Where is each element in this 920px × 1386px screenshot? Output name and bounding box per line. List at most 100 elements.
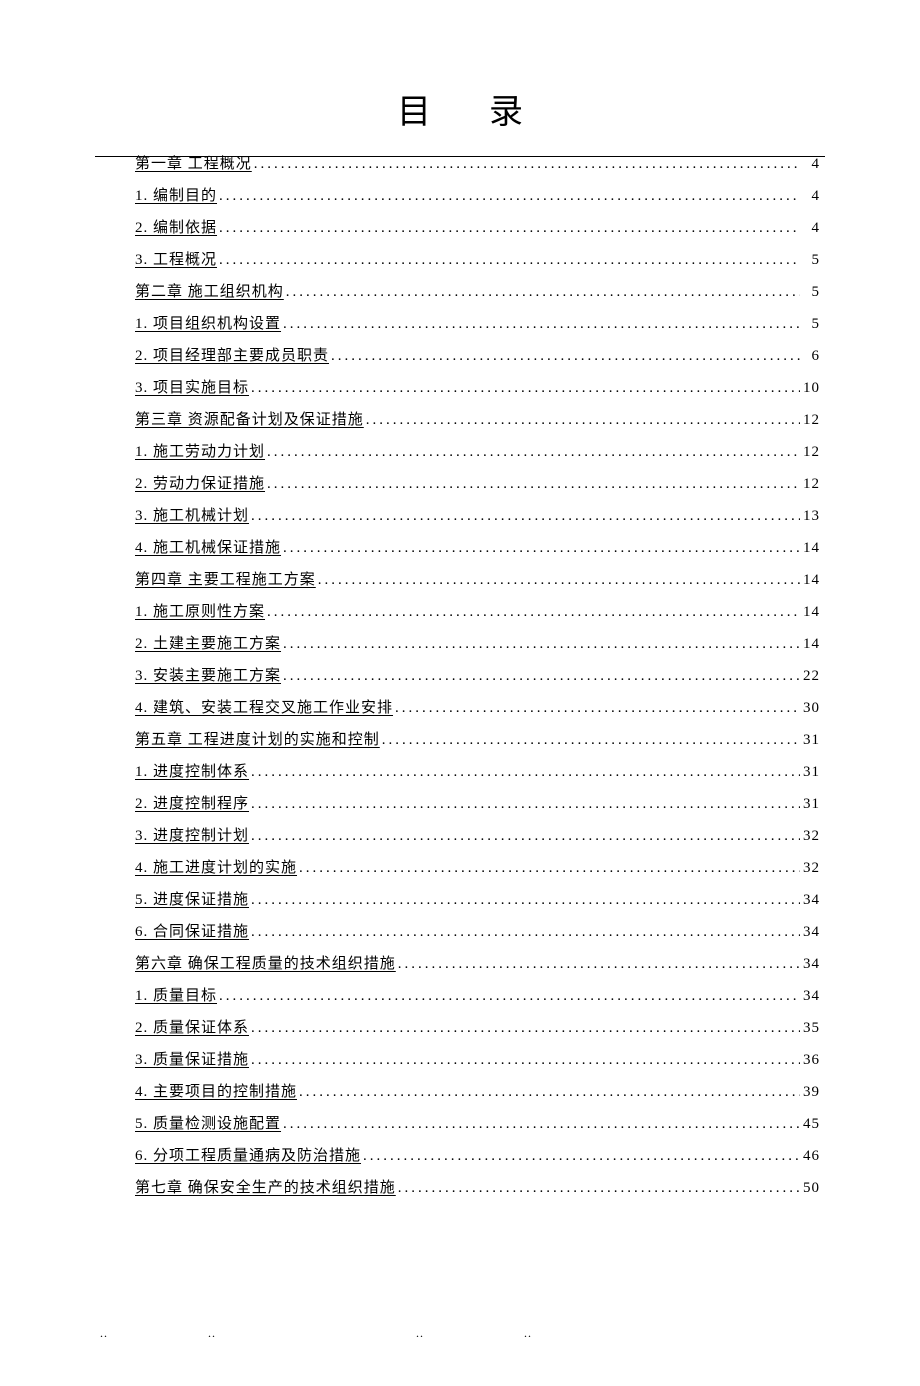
toc-entry-page: 46 bbox=[802, 1149, 820, 1164]
toc-entry-page: 14 bbox=[802, 573, 820, 588]
toc-entry-label[interactable]: 5. 进度保证措施 bbox=[135, 893, 249, 908]
toc-leader-dots bbox=[286, 285, 800, 300]
toc-entry-page: 14 bbox=[802, 637, 820, 652]
toc-entry-label[interactable]: 第五章 工程进度计划的实施和控制 bbox=[135, 733, 380, 748]
page-footer-marks: ........ bbox=[100, 1326, 632, 1341]
toc-row: 第二章 施工组织机构 5 bbox=[135, 285, 820, 300]
toc-leader-dots bbox=[219, 989, 800, 1004]
toc-entry-label[interactable]: 1. 项目组织机构设置 bbox=[135, 317, 281, 332]
toc-row: 4. 建筑、安装工程交叉施工作业安排 30 bbox=[135, 701, 820, 716]
toc-leader-dots bbox=[363, 1149, 800, 1164]
toc-entry-page: 31 bbox=[802, 765, 820, 780]
toc-entry-page: 31 bbox=[802, 733, 820, 748]
toc-entry-label[interactable]: 4. 施工进度计划的实施 bbox=[135, 861, 297, 876]
toc-entry-page: 4 bbox=[802, 189, 820, 204]
toc-row: 3. 项目实施目标 10 bbox=[135, 381, 820, 396]
toc-entry-page: 10 bbox=[802, 381, 820, 396]
toc-entry-label[interactable]: 第二章 施工组织机构 bbox=[135, 285, 284, 300]
toc-entry-label[interactable]: 第四章 主要工程施工方案 bbox=[135, 573, 316, 588]
toc-entry-page: 45 bbox=[802, 1117, 820, 1132]
toc-entry-label[interactable]: 1. 施工劳动力计划 bbox=[135, 445, 265, 460]
toc-entry-label[interactable]: 4. 主要项目的控制措施 bbox=[135, 1085, 297, 1100]
toc-entry-page: 34 bbox=[802, 925, 820, 940]
toc-row: 1. 项目组织机构设置5 bbox=[135, 317, 820, 332]
toc-leader-dots bbox=[251, 893, 800, 908]
toc-entry-label[interactable]: 2. 劳动力保证措施 bbox=[135, 477, 265, 492]
toc-entry-label[interactable]: 2. 项目经理部主要成员职责 bbox=[135, 349, 329, 364]
toc-entry-label[interactable]: 2. 土建主要施工方案 bbox=[135, 637, 281, 652]
toc-leader-dots bbox=[219, 253, 800, 268]
toc-entry-page: 14 bbox=[802, 605, 820, 620]
toc-leader-dots bbox=[267, 477, 800, 492]
toc-leader-dots bbox=[398, 1181, 800, 1196]
toc-row: 2. 质量保证体系 35 bbox=[135, 1021, 820, 1036]
toc-row: 4. 施工机械保证措施14 bbox=[135, 541, 820, 556]
toc-entry-label[interactable]: 3. 项目实施目标 bbox=[135, 381, 249, 396]
toc-entry-page: 35 bbox=[802, 1021, 820, 1036]
toc-row: 1. 进度控制体系 31 bbox=[135, 765, 820, 780]
toc-leader-dots bbox=[299, 861, 800, 876]
toc-entry-page: 34 bbox=[802, 893, 820, 908]
toc-entry-page: 5 bbox=[802, 285, 820, 300]
toc-row: 2. 劳动力保证措施 12 bbox=[135, 477, 820, 492]
toc-entry-page: 4 bbox=[802, 221, 820, 236]
toc-entry-label[interactable]: 6. 合同保证措施 bbox=[135, 925, 249, 940]
toc-row: 3. 工程概况 5 bbox=[135, 253, 820, 268]
toc-row: 3. 施工机械计划 13 bbox=[135, 509, 820, 524]
toc-entry-label[interactable]: 1. 进度控制体系 bbox=[135, 765, 249, 780]
toc-row: 1. 施工原则性方案 14 bbox=[135, 605, 820, 620]
toc-entry-label[interactable]: 1. 编制目的 bbox=[135, 189, 217, 204]
toc-leader-dots bbox=[331, 349, 800, 364]
toc-entry-page: 36 bbox=[802, 1053, 820, 1068]
toc-entry-label[interactable]: 5. 质量检测设施配置 bbox=[135, 1117, 281, 1132]
toc-entry-page: 34 bbox=[802, 989, 820, 1004]
toc-entry-page: 12 bbox=[802, 477, 820, 492]
toc-entry-label[interactable]: 3. 施工机械计划 bbox=[135, 509, 249, 524]
toc-entry-label[interactable]: 2. 编制依据 bbox=[135, 221, 217, 236]
toc-leader-dots bbox=[395, 701, 800, 716]
toc-row: 4. 主要项目的控制措施39 bbox=[135, 1085, 820, 1100]
toc-leader-dots bbox=[283, 637, 800, 652]
toc-entry-page: 13 bbox=[802, 509, 820, 524]
toc-entry-label[interactable]: 第三章 资源配备计划及保证措施 bbox=[135, 413, 364, 428]
toc-entry-label[interactable]: 3. 质量保证措施 bbox=[135, 1053, 249, 1068]
toc-leader-dots bbox=[382, 733, 800, 748]
toc-entry-page: 6 bbox=[802, 349, 820, 364]
toc-entry-label[interactable]: 4. 施工机械保证措施 bbox=[135, 541, 281, 556]
toc-row: 1. 编制目的 4 bbox=[135, 189, 820, 204]
toc-leader-dots bbox=[283, 1117, 800, 1132]
toc-entry-label[interactable]: 第七章 确保安全生产的技术组织措施 bbox=[135, 1181, 396, 1196]
toc-row: 2. 编制依据 4 bbox=[135, 221, 820, 236]
toc-entry-page: 12 bbox=[802, 445, 820, 460]
toc-entry-label[interactable]: 第一章 工程概况 bbox=[135, 157, 252, 172]
toc-row: 4. 施工进度计划的实施 32 bbox=[135, 861, 820, 876]
toc-entry-label[interactable]: 3. 进度控制计划 bbox=[135, 829, 249, 844]
toc-entry-label[interactable]: 1. 施工原则性方案 bbox=[135, 605, 265, 620]
toc-entry-page: 5 bbox=[802, 253, 820, 268]
toc-leader-dots bbox=[251, 925, 800, 940]
toc-leader-dots bbox=[251, 797, 800, 812]
toc-leader-dots bbox=[251, 509, 800, 524]
toc-row: 6. 合同保证措施 34 bbox=[135, 925, 820, 940]
toc-entry-page: 30 bbox=[802, 701, 820, 716]
toc-leader-dots bbox=[267, 605, 800, 620]
toc-row: 1. 质量目标 34 bbox=[135, 989, 820, 1004]
toc-entry-label[interactable]: 2. 质量保证体系 bbox=[135, 1021, 249, 1036]
toc-row: 第四章 主要工程施工方案 14 bbox=[135, 573, 820, 588]
toc-row: 5. 进度保证措施 34 bbox=[135, 893, 820, 908]
toc-entry-page: 32 bbox=[802, 861, 820, 876]
toc-entry-label[interactable]: 2. 进度控制程序 bbox=[135, 797, 249, 812]
toc-entry-page: 12 bbox=[802, 413, 820, 428]
toc-row: 6. 分项工程质量通病及防治措施 46 bbox=[135, 1149, 820, 1164]
toc-row: 2. 进度控制程序31 bbox=[135, 797, 820, 812]
toc-entry-label[interactable]: 3. 安装主要施工方案 bbox=[135, 669, 281, 684]
toc-leader-dots bbox=[366, 413, 800, 428]
toc-row: 第三章 资源配备计划及保证措施 12 bbox=[135, 413, 820, 428]
toc-entry-label[interactable]: 6. 分项工程质量通病及防治措施 bbox=[135, 1149, 361, 1164]
toc-entry-label[interactable]: 第六章 确保工程质量的技术组织措施 bbox=[135, 957, 396, 972]
toc-entry-label[interactable]: 3. 工程概况 bbox=[135, 253, 217, 268]
toc-leader-dots bbox=[219, 189, 800, 204]
toc-entry-label[interactable]: 4. 建筑、安装工程交叉施工作业安排 bbox=[135, 701, 393, 716]
toc-leader-dots bbox=[219, 221, 800, 236]
toc-entry-label[interactable]: 1. 质量目标 bbox=[135, 989, 217, 1004]
